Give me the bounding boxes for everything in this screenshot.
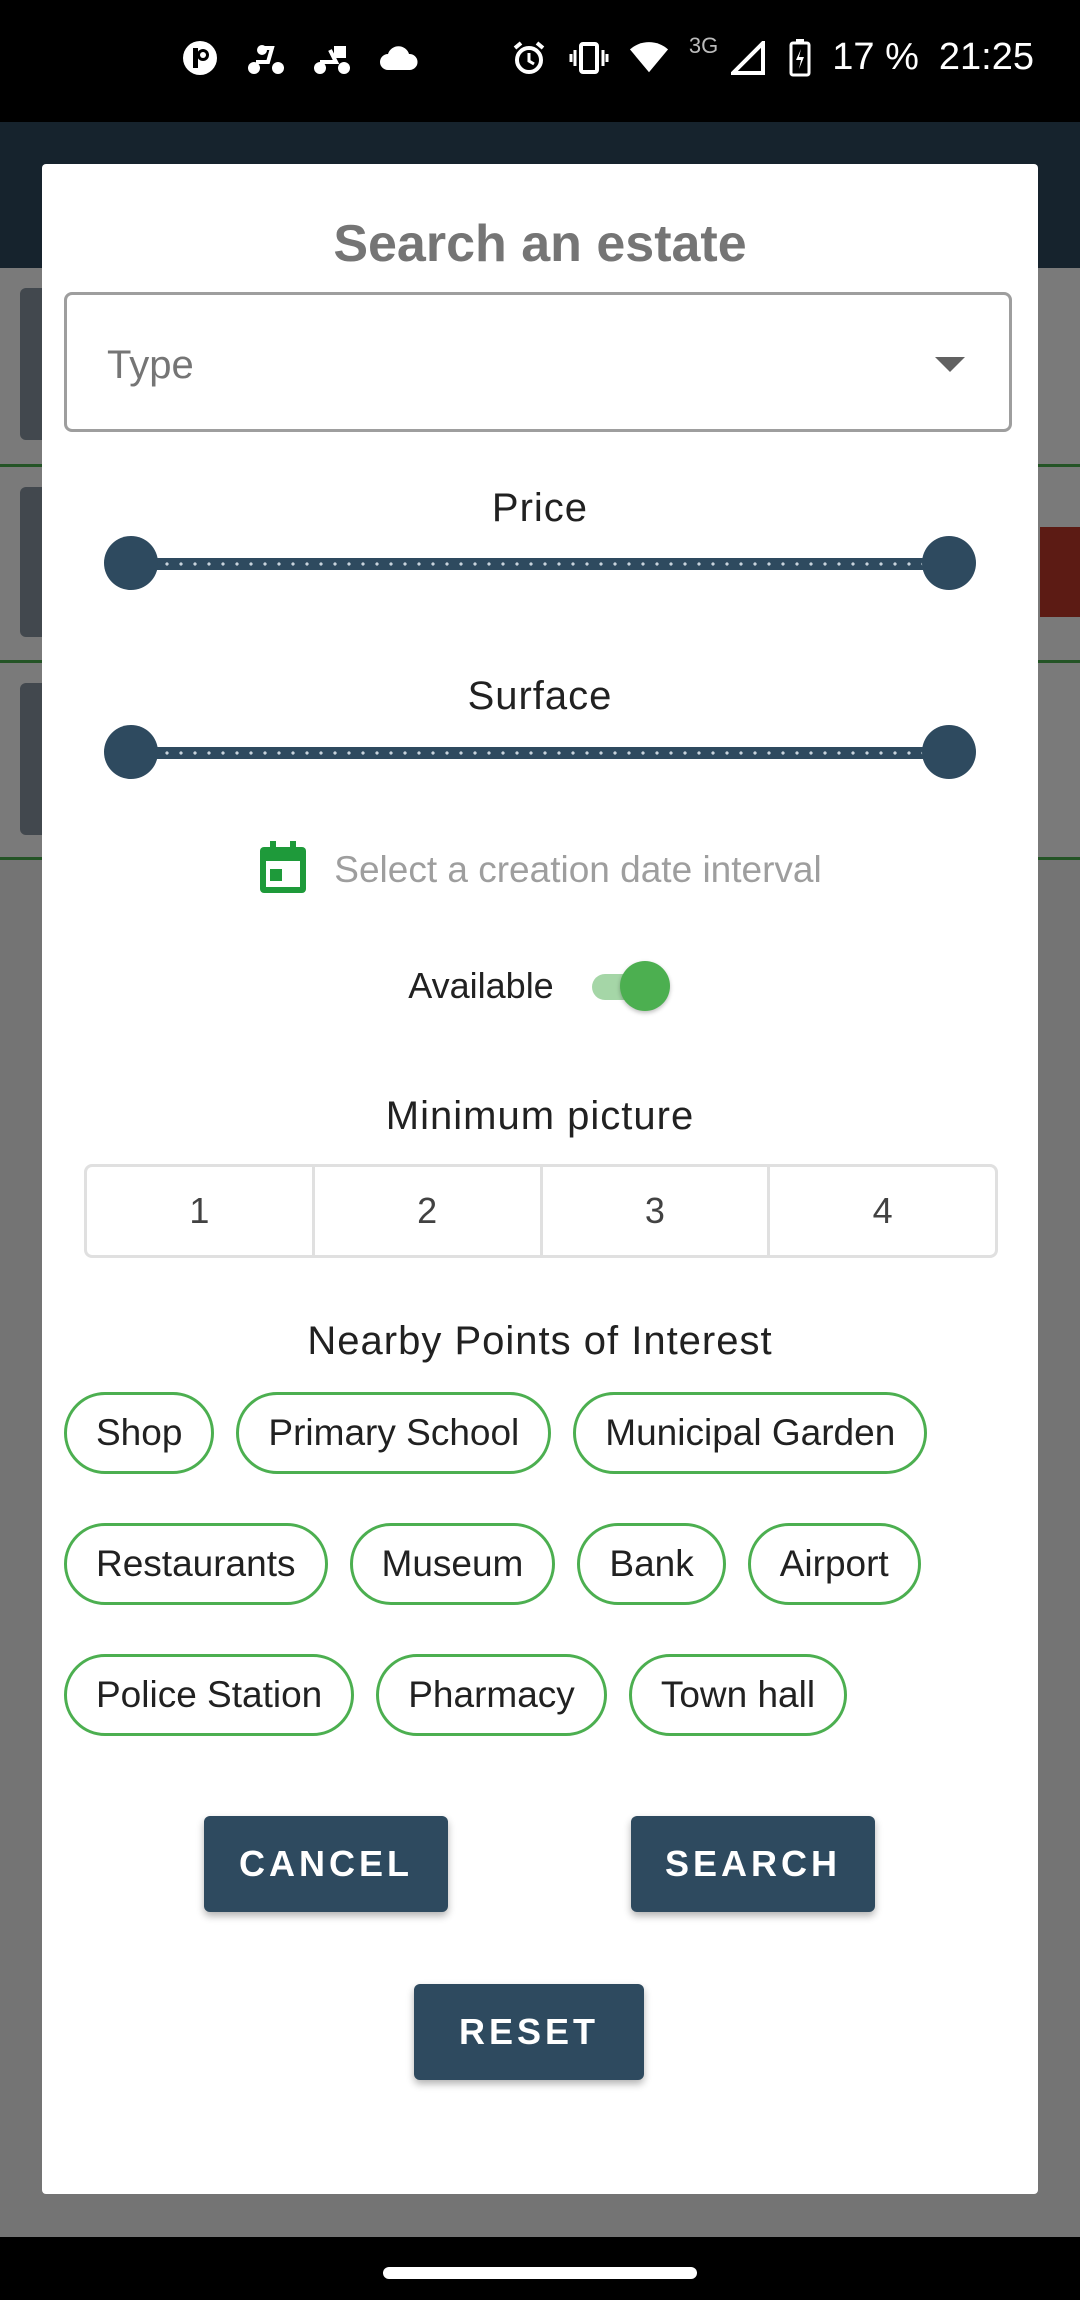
calendar-icon[interactable] [258, 840, 308, 900]
min-picture-option-2[interactable]: 2 [315, 1167, 543, 1255]
signal-icon [728, 38, 768, 78]
type-placeholder: Type [107, 343, 194, 387]
available-label: Available [408, 965, 554, 1006]
price-min-thumb[interactable] [104, 536, 158, 590]
delivery-icon [312, 38, 352, 78]
poi-chip-row: Restaurants Museum Bank Airport [64, 1523, 921, 1605]
vibrate-icon [569, 38, 609, 78]
poi-chip-row: Shop Primary School Municipal Garden [64, 1392, 928, 1474]
search-dialog: Search an estate Type Price Surface Sele… [42, 164, 1038, 2194]
status-bar: 3G 17 % 21:25 [0, 0, 1080, 122]
poi-chip-municipal-garden[interactable]: Municipal Garden [573, 1392, 928, 1474]
min-picture-toggle-group: 1 2 3 4 [84, 1164, 998, 1258]
available-row: Available [42, 954, 1038, 1018]
min-picture-option-4[interactable]: 4 [770, 1167, 995, 1255]
available-switch[interactable] [588, 961, 672, 1011]
search-button[interactable]: SEARCH [631, 1816, 875, 1912]
home-gesture-handle[interactable] [383, 2267, 697, 2279]
poi-label: Nearby Points of Interest [307, 1319, 773, 1363]
poi-chip-primary-school[interactable]: Primary School [236, 1392, 552, 1474]
dialog-title: Search an estate [333, 215, 747, 273]
dropdown-arrow-icon [935, 357, 965, 372]
min-picture-option-3[interactable]: 3 [543, 1167, 771, 1255]
network-type: 3G [688, 32, 719, 58]
alarm-icon [509, 38, 549, 78]
clock: 21:25 [938, 36, 1034, 78]
surface-label: Surface [467, 674, 613, 718]
date-interval-picker[interactable]: Select a creation date interval [42, 840, 1038, 900]
slider-ticks [132, 562, 948, 566]
date-interval-text[interactable]: Select a creation date interval [334, 849, 821, 891]
poi-chip-restaurants[interactable]: Restaurants [64, 1523, 328, 1605]
cloud-icon [378, 38, 418, 78]
cancel-button[interactable]: CANCEL [204, 1816, 448, 1912]
surface-max-thumb[interactable] [922, 725, 976, 779]
poi-chip-museum[interactable]: Museum [349, 1523, 556, 1605]
scooter-icon [246, 38, 286, 78]
surface-min-thumb[interactable] [104, 725, 158, 779]
battery-charging-icon [788, 38, 812, 78]
poi-chip-airport[interactable]: Airport [747, 1523, 921, 1605]
wifi-icon [629, 38, 669, 78]
slider-ticks [132, 751, 948, 755]
price-label: Price [491, 486, 589, 530]
reset-button[interactable]: RESET [414, 1984, 644, 2080]
navigation-bar [0, 2237, 1080, 2300]
notification-p-icon [180, 38, 220, 78]
poi-chip-shop[interactable]: Shop [64, 1392, 215, 1474]
switch-knob [619, 961, 670, 1011]
min-picture-label: Minimum picture [385, 1094, 695, 1138]
price-range-slider[interactable] [104, 536, 976, 592]
poi-chip-pharmacy[interactable]: Pharmacy [376, 1654, 607, 1736]
poi-chip-town-hall[interactable]: Town hall [628, 1654, 848, 1736]
poi-chip-police-station[interactable]: Police Station [64, 1654, 355, 1736]
poi-chip-row: Police Station Pharmacy Town hall [64, 1654, 848, 1736]
battery-percent: 17 % [832, 36, 919, 78]
type-dropdown[interactable]: Type [64, 292, 1012, 432]
surface-range-slider[interactable] [104, 725, 976, 781]
min-picture-option-1[interactable]: 1 [87, 1167, 315, 1255]
poi-chip-bank[interactable]: Bank [577, 1523, 726, 1605]
price-max-thumb[interactable] [922, 536, 976, 590]
